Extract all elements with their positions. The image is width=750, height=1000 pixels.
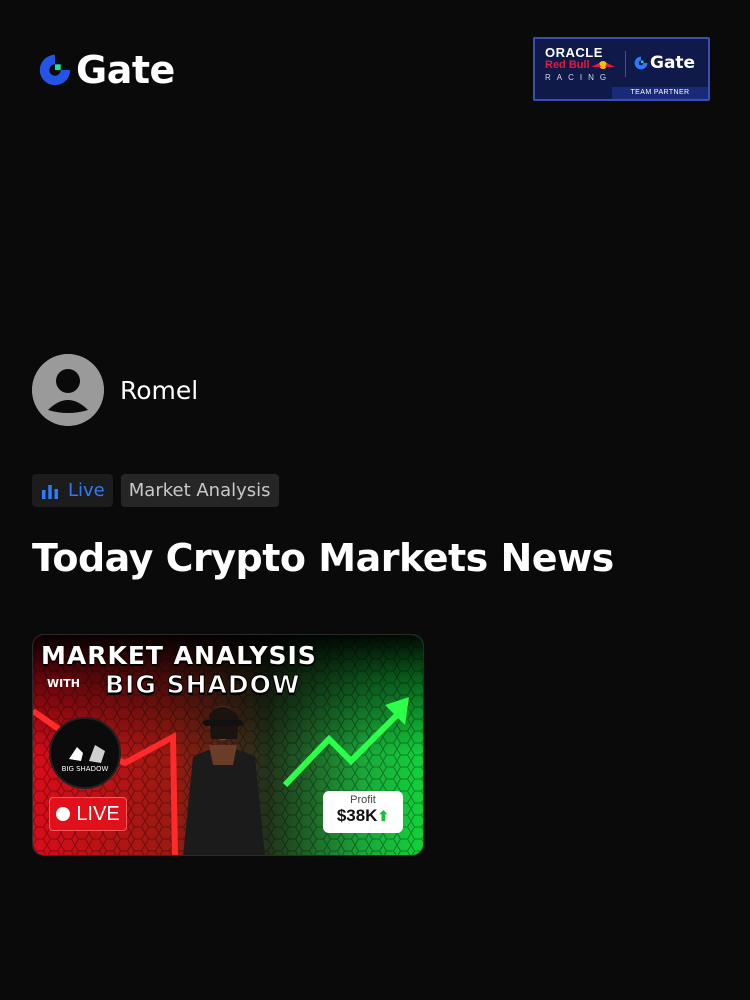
profit-value-row: $38K⬆ [323, 806, 403, 826]
post-thumbnail[interactable]: MARKET ANALYSIS WITH BIG SHADOW BIG SHAD… [32, 634, 424, 856]
thumbnail-presenter-name: BIG SHADOW [104, 670, 301, 700]
bar-chart-icon [42, 484, 58, 499]
avatar[interactable] [32, 354, 104, 426]
team-partner-label: TEAM PARTNER [612, 87, 708, 99]
redbull-text: Red Bull [545, 59, 590, 71]
profit-card: Profit $38K⬆ [323, 791, 403, 833]
user-avatar-icon [32, 354, 104, 426]
live-tag-label: Live [68, 480, 105, 501]
profit-label: Profit [350, 794, 376, 806]
redbull-bull-icon [591, 61, 615, 69]
post-tags: Live Market Analysis [32, 474, 279, 507]
arrow-up-icon: ⬆ [377, 808, 390, 824]
post-page: Gate ORACLE Red Bull RACING Gate TEAM PA… [0, 0, 750, 1000]
badge-gate-text: Gate [650, 53, 696, 73]
bull-bear-icon [69, 745, 105, 763]
racing-text: RACING [545, 73, 613, 82]
oracle-text: ORACLE [545, 45, 603, 60]
thumbnail-headline: MARKET ANALYSIS [41, 641, 317, 670]
profit-value: $38K [336, 806, 378, 825]
author-row[interactable]: Romel [32, 354, 198, 426]
live-badge: LIVE [49, 797, 127, 831]
category-tag[interactable]: Market Analysis [120, 474, 279, 507]
big-shadow-logo-text: BIG SHADOW [61, 765, 109, 773]
gate-logo[interactable]: Gate [36, 50, 175, 90]
category-tag-label: Market Analysis [128, 480, 271, 501]
thumbnail-with: WITH [47, 677, 80, 690]
team-partner-badge: ORACLE Red Bull RACING Gate TEAM PARTNER [533, 37, 710, 101]
gate-logo-icon [634, 56, 648, 70]
gate-logo-icon [39, 54, 71, 86]
badge-divider [625, 51, 626, 77]
live-dot-icon [56, 807, 71, 821]
live-tag[interactable]: Live [32, 474, 113, 507]
gate-logo-text: Gate [76, 48, 175, 92]
big-shadow-logo: BIG SHADOW [49, 717, 121, 789]
live-badge-label: LIVE [76, 802, 120, 825]
author-name[interactable]: Romel [120, 376, 198, 405]
badge-gate-logo: Gate [633, 53, 695, 73]
post-title: Today Crypto Markets News [32, 536, 614, 580]
